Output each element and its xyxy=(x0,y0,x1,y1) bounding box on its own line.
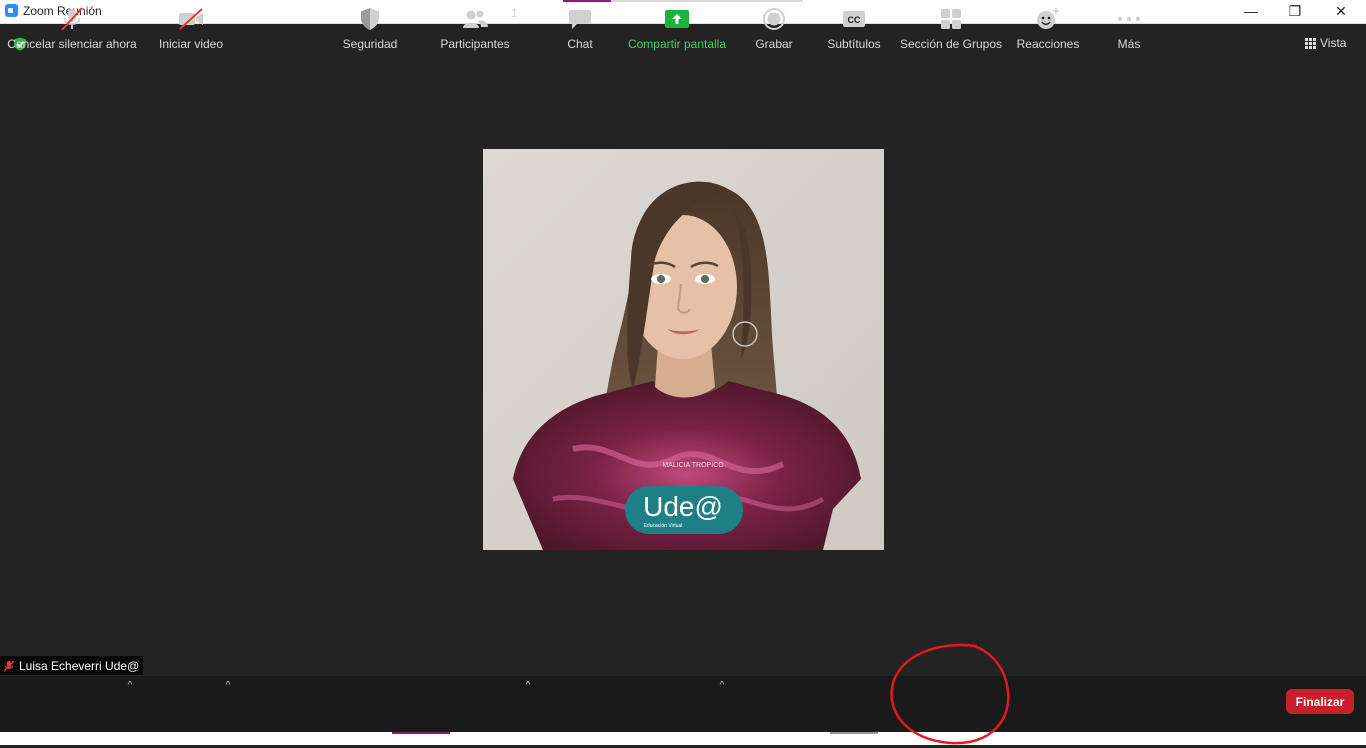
reactions-smiley-icon xyxy=(1037,8,1059,29)
chat-label: Chat xyxy=(567,37,593,51)
view-label: Vista xyxy=(1320,36,1347,50)
microphone-muted-icon xyxy=(61,7,83,31)
reactions-label: Reacciones xyxy=(1016,37,1080,51)
shirt-brand-text: MALICIA TROPICO xyxy=(662,462,724,469)
participant-photo: MALICIA TROPICO Ude@ Educación Virtual xyxy=(483,149,884,550)
bottom-edge-strip xyxy=(0,732,1366,745)
more-button[interactable]: Más xyxy=(1110,0,1148,56)
participants-label: Participantes xyxy=(440,37,510,51)
participants-button[interactable]: 1 Participantes xyxy=(440,0,517,56)
breakout-rooms-label: Sección de Grupos xyxy=(899,37,1003,51)
record-icon xyxy=(763,8,785,30)
view-button[interactable]: Vista xyxy=(1305,35,1346,51)
share-screen-label: Compartir pantalla xyxy=(627,37,727,51)
record-label: Grabar xyxy=(755,37,793,51)
audio-options-chevron-up-icon[interactable]: ^ xyxy=(124,680,136,692)
meeting-toolbar xyxy=(0,676,1366,732)
participants-icon xyxy=(463,10,488,28)
shirt-logo-text: Ude@ xyxy=(643,491,723,522)
participants-options-chevron-up-icon[interactable]: ^ xyxy=(522,680,534,692)
video-options-chevron-up-icon[interactable]: ^ xyxy=(222,680,234,692)
restore-button[interactable]: ❐ xyxy=(1272,0,1318,22)
captions-label: Subtítulos xyxy=(827,37,881,51)
shirt-logo-subtitle: Educación Virtual xyxy=(644,523,683,529)
shield-icon xyxy=(361,8,379,30)
participant-name: Luisa Echeverri Ude@ xyxy=(19,658,140,673)
breakout-rooms-grid-icon xyxy=(941,9,961,29)
closed-captions-icon: CC xyxy=(843,11,865,27)
share-screen-button[interactable]: Compartir pantalla xyxy=(626,0,728,56)
chat-bubble-icon xyxy=(569,10,591,29)
share-options-chevron-up-icon[interactable]: ^ xyxy=(716,680,728,692)
close-button[interactable]: ✕ xyxy=(1318,0,1364,22)
share-screen-arrow-up-icon xyxy=(665,10,689,28)
unmute-label: Cancelar silenciar ahora xyxy=(7,37,137,51)
more-label: Más xyxy=(1117,37,1141,51)
grid-icon xyxy=(1305,37,1316,49)
muted-mic-icon xyxy=(3,660,15,671)
more-dots-icon xyxy=(1117,16,1141,22)
record-button[interactable]: Grabar xyxy=(752,0,796,56)
start-video-button[interactable]: Iniciar video xyxy=(156,0,226,56)
video-camera-off-icon xyxy=(179,8,203,30)
security-button[interactable]: Seguridad xyxy=(340,0,400,56)
chat-button[interactable]: Chat xyxy=(560,0,600,56)
end-meeting-button[interactable]: Finalizar xyxy=(1286,689,1354,714)
participants-count: 1 xyxy=(511,6,518,20)
minimize-button[interactable]: — xyxy=(1228,0,1274,22)
participant-video-tile: MALICIA TROPICO Ude@ Educación Virtual xyxy=(483,149,884,550)
participant-name-tag: Luisa Echeverri Ude@ xyxy=(0,656,144,675)
captions-badge-text: CC xyxy=(848,15,861,25)
start-video-label: Iniciar video xyxy=(158,37,224,51)
security-label: Seguridad xyxy=(342,37,398,51)
reactions-button[interactable]: Reacciones xyxy=(1016,0,1080,56)
breakout-rooms-button[interactable]: Sección de Grupos xyxy=(899,0,1003,56)
unmute-button[interactable]: Cancelar silenciar ahora xyxy=(7,0,137,56)
captions-button[interactable]: CC Subtítulos xyxy=(824,0,884,56)
